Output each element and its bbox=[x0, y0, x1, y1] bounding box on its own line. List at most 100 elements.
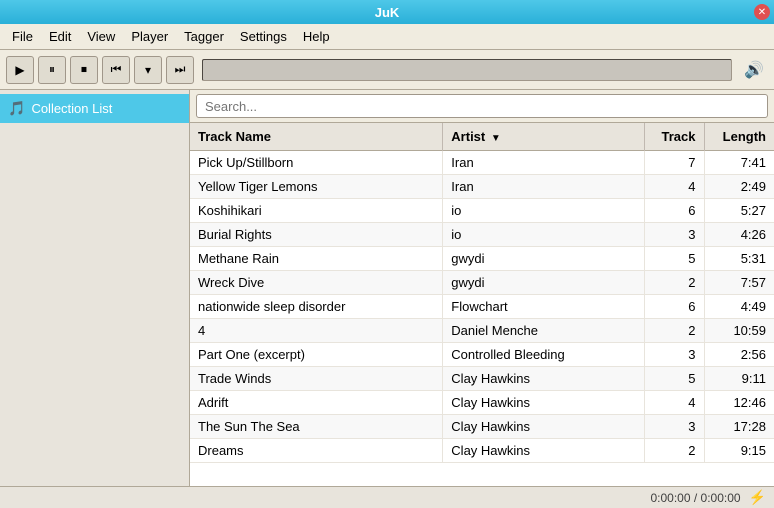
table-header-row: Track Name Artist ▼ Track Length bbox=[190, 123, 774, 151]
cell-artist: Flowchart bbox=[443, 295, 644, 319]
table-row[interactable]: AdriftClay Hawkins412:46 bbox=[190, 391, 774, 415]
main-area: 🎵 Collection List Track Name Artist ▼ T bbox=[0, 90, 774, 486]
table-row[interactable]: Pick Up/StillbornIran77:41 bbox=[190, 151, 774, 175]
cell-track-name: Pick Up/Stillborn bbox=[190, 151, 443, 175]
close-button[interactable]: ✕ bbox=[754, 4, 770, 20]
status-bar: 0:00:00 / 0:00:00 ⚡ bbox=[0, 486, 774, 508]
cell-length: 7:41 bbox=[704, 151, 774, 175]
cell-length: 17:28 bbox=[704, 415, 774, 439]
cell-track-name: Koshihikari bbox=[190, 199, 443, 223]
cell-track-name: Adrift bbox=[190, 391, 443, 415]
cell-artist: io bbox=[443, 223, 644, 247]
cell-artist: Daniel Menche bbox=[443, 319, 644, 343]
cell-artist: Clay Hawkins bbox=[443, 367, 644, 391]
transport-bar: ▶ ⏸ ⏹ ⏮ ▾ ⏭ 🔊 bbox=[0, 50, 774, 90]
cell-track-num: 2 bbox=[644, 439, 704, 463]
table-row[interactable]: Koshihikariio65:27 bbox=[190, 199, 774, 223]
cell-track-num: 7 bbox=[644, 151, 704, 175]
cell-track-name: 4 bbox=[190, 319, 443, 343]
cell-track-num: 3 bbox=[644, 343, 704, 367]
progress-bar[interactable] bbox=[202, 59, 732, 81]
title-bar: JuK ✕ bbox=[0, 0, 774, 24]
cell-artist: Clay Hawkins bbox=[443, 415, 644, 439]
cell-track-name: Part One (excerpt) bbox=[190, 343, 443, 367]
cell-length: 4:26 bbox=[704, 223, 774, 247]
menu-view[interactable]: View bbox=[79, 27, 123, 46]
cell-artist: Controlled Bleeding bbox=[443, 343, 644, 367]
cell-artist: gwydi bbox=[443, 247, 644, 271]
table-row[interactable]: Wreck Divegwydi27:57 bbox=[190, 271, 774, 295]
cell-track-name: The Sun The Sea bbox=[190, 415, 443, 439]
playlist-icon[interactable]: ⚡ bbox=[749, 489, 766, 506]
next-button[interactable]: ⏭ bbox=[166, 56, 194, 84]
sidebar-item-collection-list[interactable]: 🎵 Collection List bbox=[0, 94, 189, 123]
volume-button[interactable]: 🔊 bbox=[740, 56, 768, 84]
cell-track-name: Wreck Dive bbox=[190, 271, 443, 295]
pause-button[interactable]: ⏸ bbox=[38, 56, 66, 84]
cell-track-num: 5 bbox=[644, 367, 704, 391]
cell-artist: gwydi bbox=[443, 271, 644, 295]
menu-edit[interactable]: Edit bbox=[41, 27, 79, 46]
table-row[interactable]: Methane Raingwydi55:31 bbox=[190, 247, 774, 271]
cell-track-num: 5 bbox=[644, 247, 704, 271]
table-row[interactable]: Part One (excerpt)Controlled Bleeding32:… bbox=[190, 343, 774, 367]
cell-track-name: nationwide sleep disorder bbox=[190, 295, 443, 319]
menu-help[interactable]: Help bbox=[295, 27, 338, 46]
cell-artist: Clay Hawkins bbox=[443, 391, 644, 415]
col-header-track[interactable]: Track bbox=[644, 123, 704, 151]
search-input[interactable] bbox=[196, 94, 768, 118]
time-display: 0:00:00 / 0:00:00 bbox=[650, 491, 740, 505]
search-bar bbox=[190, 90, 774, 123]
col-header-artist[interactable]: Artist ▼ bbox=[443, 123, 644, 151]
sort-arrow-icon: ▼ bbox=[491, 133, 501, 144]
cell-length: 9:15 bbox=[704, 439, 774, 463]
menu-bar: File Edit View Player Tagger Settings He… bbox=[0, 24, 774, 50]
cell-track-num: 3 bbox=[644, 223, 704, 247]
content-area: Track Name Artist ▼ Track Length Pick Up… bbox=[190, 90, 774, 486]
cell-artist: Iran bbox=[443, 151, 644, 175]
cell-track-num: 2 bbox=[644, 319, 704, 343]
cell-track-name: Burial Rights bbox=[190, 223, 443, 247]
table-body: Pick Up/StillbornIran77:41Yellow Tiger L… bbox=[190, 151, 774, 463]
cell-track-num: 4 bbox=[644, 391, 704, 415]
table-row[interactable]: The Sun The SeaClay Hawkins317:28 bbox=[190, 415, 774, 439]
dropdown-button[interactable]: ▾ bbox=[134, 56, 162, 84]
cell-track-name: Trade Winds bbox=[190, 367, 443, 391]
title-bar-text: JuK bbox=[375, 5, 400, 20]
cell-track-num: 3 bbox=[644, 415, 704, 439]
menu-player[interactable]: Player bbox=[123, 27, 176, 46]
stop-button[interactable]: ⏹ bbox=[70, 56, 98, 84]
play-button[interactable]: ▶ bbox=[6, 56, 34, 84]
table-row[interactable]: Yellow Tiger LemonsIran42:49 bbox=[190, 175, 774, 199]
cell-length: 5:27 bbox=[704, 199, 774, 223]
table-row[interactable]: DreamsClay Hawkins29:15 bbox=[190, 439, 774, 463]
table-row[interactable]: Burial Rightsio34:26 bbox=[190, 223, 774, 247]
cell-artist: Iran bbox=[443, 175, 644, 199]
cell-track-num: 2 bbox=[644, 271, 704, 295]
table-row[interactable]: nationwide sleep disorderFlowchart64:49 bbox=[190, 295, 774, 319]
sidebar-item-label: Collection List bbox=[31, 101, 112, 116]
cell-length: 10:59 bbox=[704, 319, 774, 343]
table-row[interactable]: 4Daniel Menche210:59 bbox=[190, 319, 774, 343]
cell-track-name: Yellow Tiger Lemons bbox=[190, 175, 443, 199]
cell-track-name: Methane Rain bbox=[190, 247, 443, 271]
col-header-length[interactable]: Length bbox=[704, 123, 774, 151]
track-table[interactable]: Track Name Artist ▼ Track Length Pick Up… bbox=[190, 123, 774, 486]
cell-length: 7:57 bbox=[704, 271, 774, 295]
cell-length: 5:31 bbox=[704, 247, 774, 271]
cell-artist: Clay Hawkins bbox=[443, 439, 644, 463]
menu-settings[interactable]: Settings bbox=[232, 27, 295, 46]
menu-file[interactable]: File bbox=[4, 27, 41, 46]
menu-tagger[interactable]: Tagger bbox=[176, 27, 232, 46]
cell-length: 2:56 bbox=[704, 343, 774, 367]
table-row[interactable]: Trade WindsClay Hawkins59:11 bbox=[190, 367, 774, 391]
prev-button[interactable]: ⏮ bbox=[102, 56, 130, 84]
col-header-track-name[interactable]: Track Name bbox=[190, 123, 443, 151]
cell-track-num: 6 bbox=[644, 295, 704, 319]
sidebar: 🎵 Collection List bbox=[0, 90, 190, 486]
cell-length: 4:49 bbox=[704, 295, 774, 319]
cell-artist: io bbox=[443, 199, 644, 223]
cell-length: 2:49 bbox=[704, 175, 774, 199]
cell-track-num: 6 bbox=[644, 199, 704, 223]
cell-track-num: 4 bbox=[644, 175, 704, 199]
